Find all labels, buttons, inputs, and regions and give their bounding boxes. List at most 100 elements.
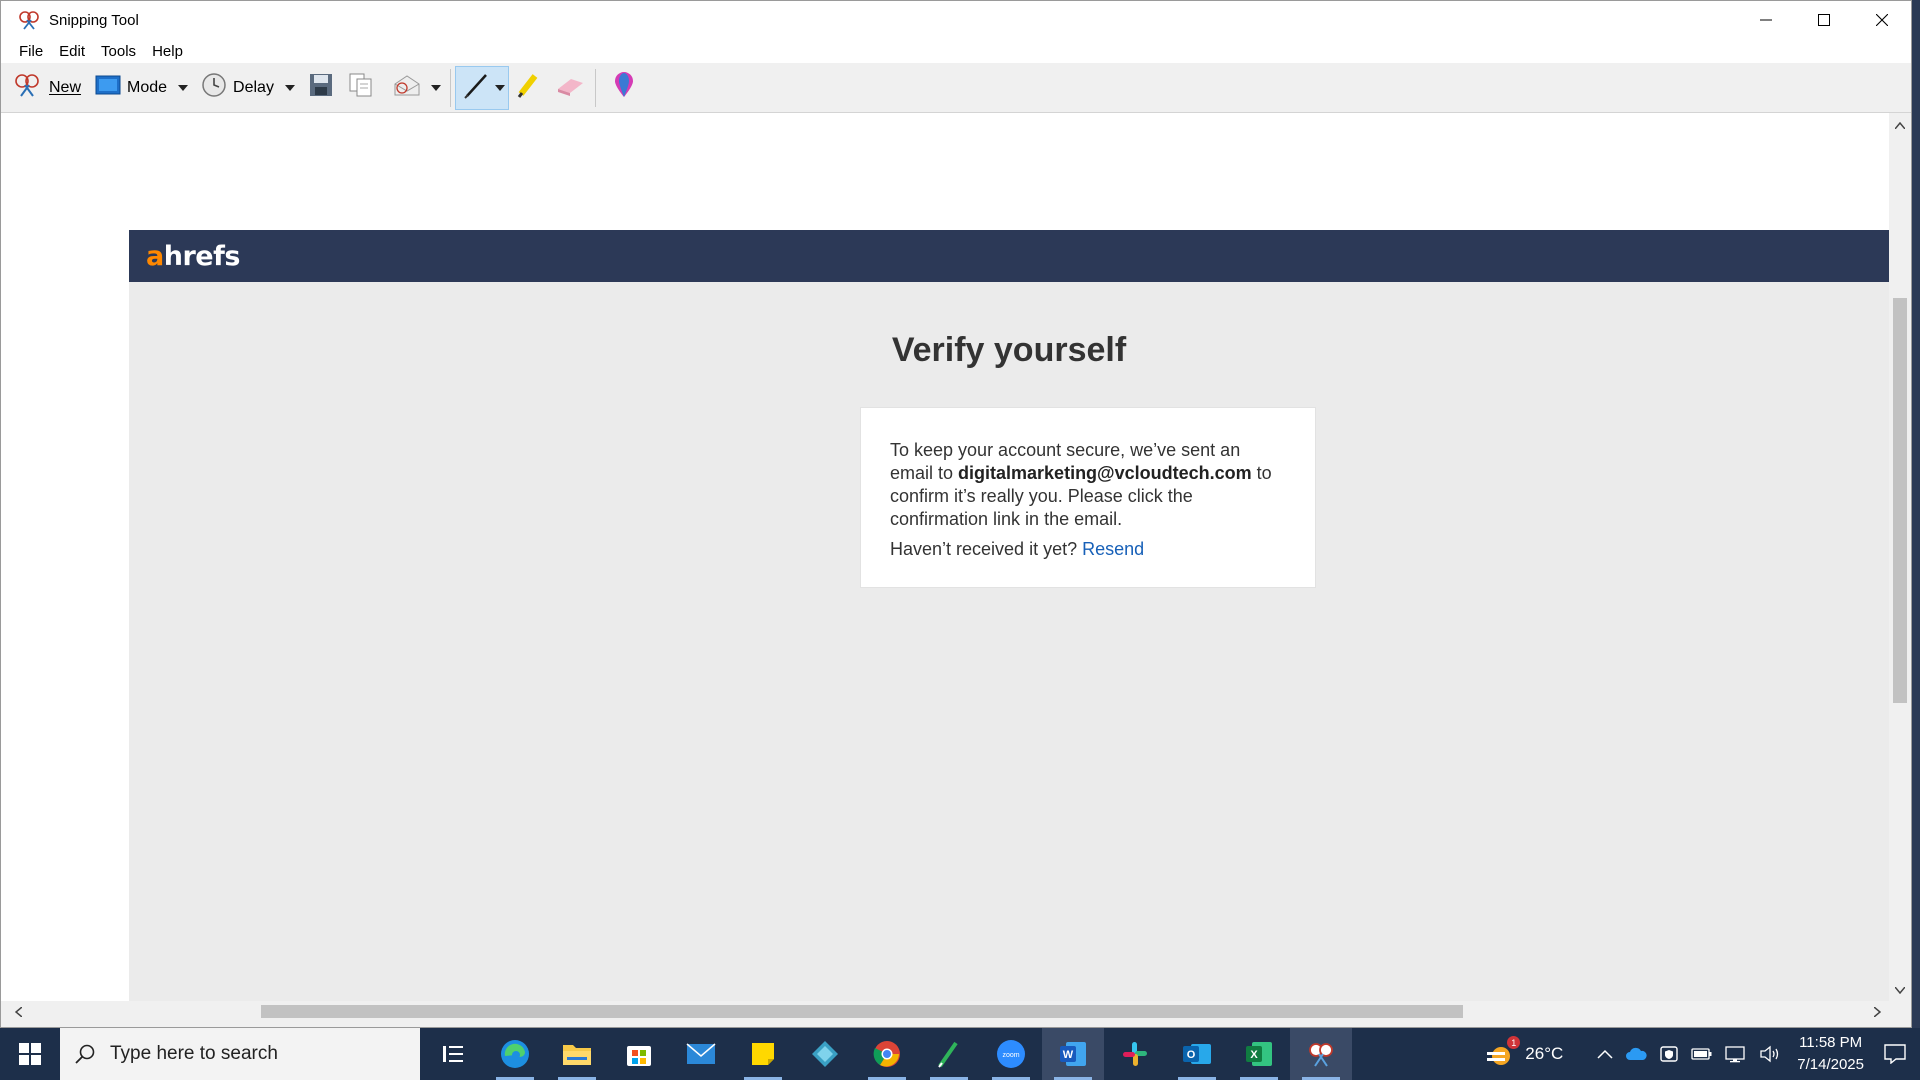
volume-icon — [1760, 1045, 1779, 1063]
maximize-icon — [1818, 14, 1830, 26]
snipping-tool-window: Snipping Tool File Edit Tools Help New M… — [0, 0, 1912, 1028]
copy-icon — [348, 72, 374, 103]
security-shield-icon — [1660, 1046, 1678, 1062]
send-email-icon — [392, 72, 422, 103]
toolbar: New Mode Delay — [1, 63, 1911, 113]
chrome-app[interactable] — [856, 1028, 918, 1080]
caret-down-icon — [494, 84, 505, 91]
svg-text:zoom: zoom — [1002, 1052, 1019, 1059]
scissors-icon — [13, 72, 43, 103]
maximize-button[interactable] — [1795, 1, 1853, 39]
network-icon — [1725, 1046, 1745, 1063]
search-icon — [74, 1043, 96, 1065]
network-button[interactable] — [1725, 1045, 1747, 1063]
new-label: New — [49, 78, 82, 96]
verify-heading: Verify yourself — [891, 331, 1127, 369]
file-explorer-app[interactable] — [546, 1028, 608, 1080]
new-snip-button[interactable]: New — [13, 67, 81, 109]
mode-button[interactable]: Mode — [95, 67, 167, 109]
window-title: Snipping Tool — [49, 11, 139, 29]
delay-button[interactable]: Delay — [201, 67, 274, 109]
toolbar-separator — [594, 68, 596, 107]
snipping-tool-app[interactable] — [1290, 1028, 1352, 1080]
paint3d-icon — [612, 71, 636, 104]
task-view-icon — [443, 1046, 463, 1062]
edit-with-paint3d-button[interactable] — [612, 67, 636, 109]
scroll-up-icon[interactable] — [1894, 118, 1906, 131]
eraser-button[interactable] — [555, 67, 585, 109]
pen-tool-button[interactable] — [454, 65, 509, 110]
save-button[interactable] — [308, 67, 334, 109]
highlighter-button[interactable] — [515, 67, 543, 109]
menu-tools[interactable]: Tools — [93, 43, 144, 60]
close-button[interactable] — [1853, 1, 1911, 39]
svg-text:X: X — [1250, 1049, 1258, 1061]
clock-date: 7/14/2025 — [1797, 1056, 1864, 1073]
word-icon: W — [1060, 1042, 1086, 1066]
resend-link[interactable]: Resend — [1082, 539, 1144, 559]
vertical-scrollbar[interactable] — [1889, 113, 1911, 1001]
svg-text:O: O — [1187, 1049, 1196, 1061]
diamond-app-icon — [812, 1041, 838, 1067]
onedrive-button[interactable] — [1625, 1047, 1647, 1061]
delay-dropdown-button[interactable] — [282, 67, 298, 109]
outlook-app[interactable]: O — [1166, 1028, 1228, 1080]
edge-app[interactable] — [484, 1028, 546, 1080]
scroll-right-icon[interactable] — [1873, 1006, 1882, 1019]
close-icon — [1876, 14, 1888, 26]
menu-file[interactable]: File — [11, 43, 51, 60]
battery-icon — [1691, 1048, 1712, 1060]
horizontal-scroll-thumb[interactable] — [261, 1005, 1463, 1018]
email-address: digitalmarketing@vcloudtech.com — [958, 463, 1252, 483]
save-icon — [308, 72, 334, 103]
slack-app[interactable] — [1104, 1028, 1166, 1080]
pen-dropdown-button[interactable] — [492, 67, 508, 109]
volume-button[interactable] — [1759, 1045, 1781, 1063]
scroll-left-icon[interactable] — [14, 1006, 23, 1019]
show-hidden-icons-button[interactable] — [1597, 1049, 1613, 1059]
word-app[interactable]: W — [1042, 1028, 1104, 1080]
folder-icon — [563, 1045, 591, 1065]
notification-center-button[interactable] — [1884, 1044, 1906, 1064]
windows-logo-icon — [19, 1043, 41, 1065]
sticky-notes-icon — [752, 1043, 774, 1065]
dev-app[interactable] — [794, 1028, 856, 1080]
task-view-button[interactable] — [422, 1028, 484, 1080]
excel-app[interactable]: X — [1228, 1028, 1290, 1080]
snip-canvas[interactable]: ahrefs Verify yourself To keep your acco… — [1, 113, 1911, 1001]
menu-edit[interactable]: Edit — [51, 43, 93, 60]
captured-webpage: ahrefs Verify yourself To keep your acco… — [129, 230, 1889, 1001]
delay-label: Delay — [233, 78, 274, 96]
title-bar[interactable]: Snipping Tool — [1, 1, 1911, 39]
send-dropdown-button[interactable] — [428, 67, 444, 109]
menu-help[interactable]: Help — [144, 43, 191, 60]
pen-app[interactable] — [918, 1028, 980, 1080]
mode-icon — [95, 74, 121, 101]
copy-button[interactable] — [348, 67, 374, 109]
security-button[interactable] — [1659, 1044, 1679, 1064]
scroll-down-icon[interactable] — [1894, 983, 1906, 996]
sticky-notes-app[interactable] — [732, 1028, 794, 1080]
snipping-tool-icon — [17, 8, 41, 32]
weather-widget[interactable]: 1 26°C — [1485, 1036, 1567, 1068]
clock-time: 11:58 PM — [1799, 1034, 1863, 1051]
horizontal-scrollbar[interactable] — [1, 1001, 1911, 1021]
mode-label: Mode — [127, 78, 168, 96]
weather-temperature: 26°C — [1525, 1044, 1564, 1063]
send-snip-button[interactable] — [392, 67, 422, 109]
caret-down-icon — [178, 84, 189, 91]
mode-dropdown-button[interactable] — [175, 67, 191, 109]
taskbar-clock[interactable]: 11:58 PM 7/14/2025 — [1797, 1032, 1864, 1076]
minimize-button[interactable] — [1737, 1, 1795, 39]
microsoft-store-app[interactable] — [608, 1028, 670, 1080]
zoom-app[interactable]: zoom — [980, 1028, 1042, 1080]
ahrefs-header: ahrefs — [129, 230, 1889, 282]
battery-button[interactable] — [1691, 1047, 1713, 1061]
highlighter-icon — [515, 70, 543, 105]
vertical-scroll-thumb[interactable] — [1893, 298, 1907, 703]
mail-app[interactable] — [670, 1028, 732, 1080]
ahrefs-logo: ahrefs — [146, 240, 240, 272]
edge-icon — [501, 1040, 529, 1068]
start-button[interactable] — [0, 1028, 60, 1080]
taskbar-search-box[interactable]: Type here to search — [60, 1028, 420, 1080]
